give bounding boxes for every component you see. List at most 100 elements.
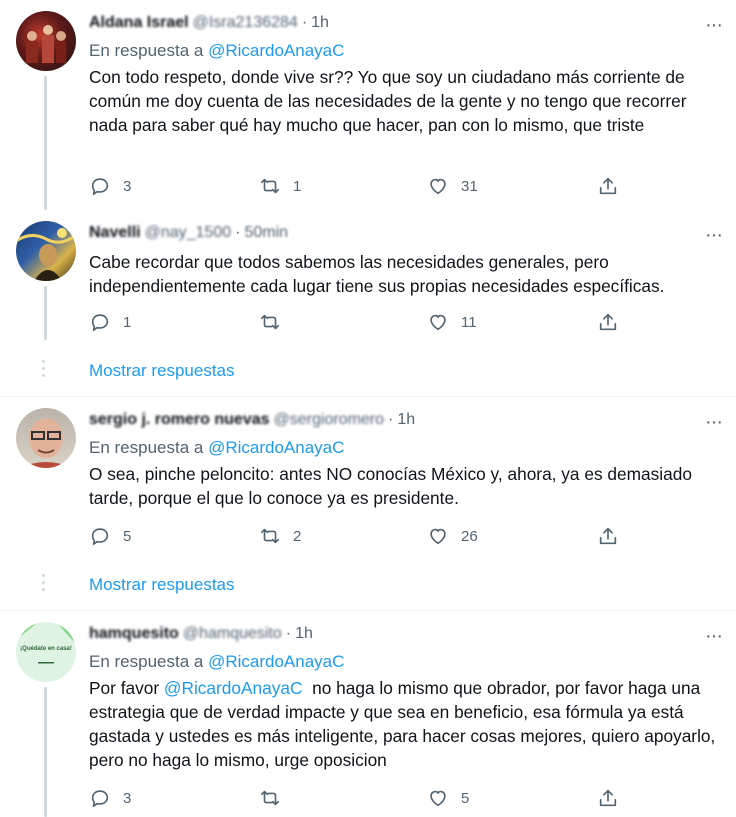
separator-dot: · — [388, 411, 394, 428]
author-handle[interactable]: @hamquesito — [183, 625, 282, 642]
author-name[interactable]: hamquesito — [89, 625, 179, 642]
tweet-header: Navelli @nay_1500 · 50min — [89, 224, 288, 242]
share-icon — [599, 177, 617, 195]
share-icon — [599, 789, 617, 807]
timestamp[interactable]: 1h — [295, 625, 313, 642]
more-options-icon[interactable]: ··· — [705, 15, 723, 35]
reply-button[interactable]: 1 — [89, 310, 131, 334]
avatar[interactable]: ¡Quédate en casa! — [16, 622, 76, 682]
author-handle[interactable]: @sergioromero — [274, 411, 385, 428]
tweet[interactable]: Aldana Israel @Isra2136284 · 1h ··· En resp… — [0, 0, 736, 210]
avatar[interactable] — [16, 221, 76, 281]
retweet-count: 1 — [293, 177, 302, 195]
tweet-header: sergio j. romero nuevas @sergioromero · 1h — [89, 411, 415, 429]
tweet-text: Por favor @RicardoAnayaC no haga lo mism… — [89, 676, 719, 772]
reply-button[interactable]: 3 — [89, 786, 131, 810]
like-button[interactable]: 11 — [427, 310, 477, 334]
show-replies-link[interactable]: Mostrar respuestas — [89, 361, 235, 381]
retweet-button[interactable] — [259, 310, 293, 334]
more-options-icon[interactable]: ··· — [705, 412, 723, 432]
share-icon — [599, 527, 617, 545]
reply-prefix: En respuesta a — [89, 652, 209, 671]
heart-icon — [430, 790, 446, 807]
reply-count: 5 — [123, 527, 132, 545]
reply-count: 3 — [123, 177, 132, 195]
reply-mention-link[interactable]: @RicardoAnayaC — [208, 652, 344, 671]
author-handle[interactable]: @Isra2136284 — [193, 14, 298, 31]
action-bar: 5 2 26 — [89, 524, 629, 548]
timestamp[interactable]: 50min — [244, 224, 288, 241]
retweet-button[interactable]: 2 — [259, 524, 301, 548]
thread-line — [44, 76, 47, 210]
like-count: 11 — [461, 313, 477, 331]
tweet[interactable]: ¡Quédate en casa! hamquesito @hamquesito ·… — [0, 611, 736, 817]
share-icon — [599, 313, 617, 331]
like-count: 26 — [461, 527, 478, 545]
like-count: 5 — [461, 789, 470, 807]
tweet[interactable]: Navelli @nay_1500 · 50min ··· Cabe recordar… — [0, 210, 736, 340]
avatar-caption: ¡Quédate en casa! — [20, 646, 72, 652]
reply-button[interactable]: 3 — [89, 174, 131, 198]
avatar-image — [16, 622, 76, 682]
author-name[interactable]: sergio j. romero nuevas — [89, 411, 270, 428]
retweet-icon — [260, 178, 280, 194]
tweet-text: O sea, pinche peloncito: antes NO conocí… — [89, 464, 692, 508]
tweet-header: hamquesito @hamquesito · 1h — [89, 625, 313, 643]
tweet-text: Con todo respeto, donde vive sr?? Yo que… — [89, 67, 687, 135]
retweet-count: 2 — [293, 527, 302, 545]
avatar-image — [16, 228, 76, 281]
retweet-button[interactable]: 1 — [259, 174, 301, 198]
share-button[interactable] — [597, 310, 619, 334]
reply-count: 3 — [123, 789, 132, 807]
like-button[interactable]: 5 — [427, 786, 469, 810]
author-name[interactable]: Aldana Israel — [89, 14, 189, 31]
like-button[interactable]: 31 — [427, 174, 478, 198]
more-options-icon[interactable]: ··· — [705, 225, 723, 245]
retweet-icon — [260, 528, 280, 544]
tweet[interactable]: sergio j. romero nuevas @sergioromero · 1h … — [0, 397, 736, 557]
action-bar: 3 1 31 — [89, 174, 629, 198]
separator-dot: · — [285, 625, 292, 642]
author-handle[interactable]: @nay_1500 — [145, 224, 232, 241]
reply-context: En respuesta a @RicardoAnayaC — [89, 41, 344, 61]
thread-ellipsis — [42, 360, 46, 381]
heart-icon — [430, 178, 446, 195]
heart-icon — [430, 528, 446, 545]
like-count: 31 — [461, 177, 478, 195]
separator-dot: · — [235, 224, 241, 241]
share-button[interactable] — [597, 174, 619, 198]
reply-prefix: En respuesta a — [89, 41, 209, 60]
timestamp[interactable]: 1h — [397, 411, 415, 428]
avatar-image — [26, 25, 66, 63]
avatar[interactable] — [16, 11, 76, 71]
reply-count: 1 — [123, 313, 132, 331]
more-options-icon[interactable]: ··· — [705, 626, 723, 646]
thread-line — [44, 687, 47, 817]
reply-button[interactable]: 5 — [89, 524, 131, 548]
share-button[interactable] — [597, 524, 619, 548]
tweet-header: Aldana Israel @Isra2136284 · 1h — [89, 14, 329, 32]
reply-icon — [91, 314, 109, 332]
reply-context: En respuesta a @RicardoAnayaC — [89, 652, 344, 672]
reply-mention-link[interactable]: @RicardoAnayaC — [208, 438, 344, 457]
tweet-text: Cabe recordar que todos sabemos las nece… — [89, 252, 665, 296]
thread-ellipsis — [42, 574, 46, 595]
heart-icon — [430, 314, 446, 331]
share-button[interactable] — [597, 786, 619, 810]
show-replies-link[interactable]: Mostrar respuestas — [89, 575, 235, 595]
retweet-button[interactable] — [259, 786, 293, 810]
avatar[interactable] — [16, 408, 76, 468]
reply-icon — [91, 790, 109, 808]
retweet-icon — [260, 314, 280, 330]
action-bar: 3 5 — [89, 786, 629, 810]
thread-line — [44, 286, 47, 340]
like-button[interactable]: 26 — [427, 524, 478, 548]
reply-prefix: En respuesta a — [89, 438, 209, 457]
reply-icon — [91, 178, 109, 196]
timestamp[interactable]: 1h — [311, 14, 329, 31]
reply-mention-link[interactable]: @RicardoAnayaC — [208, 41, 344, 60]
reply-icon — [91, 528, 109, 546]
text-mention-link[interactable]: @RicardoAnayaC — [164, 678, 303, 698]
author-name[interactable]: Navelli — [89, 224, 141, 241]
retweet-icon — [260, 790, 280, 806]
